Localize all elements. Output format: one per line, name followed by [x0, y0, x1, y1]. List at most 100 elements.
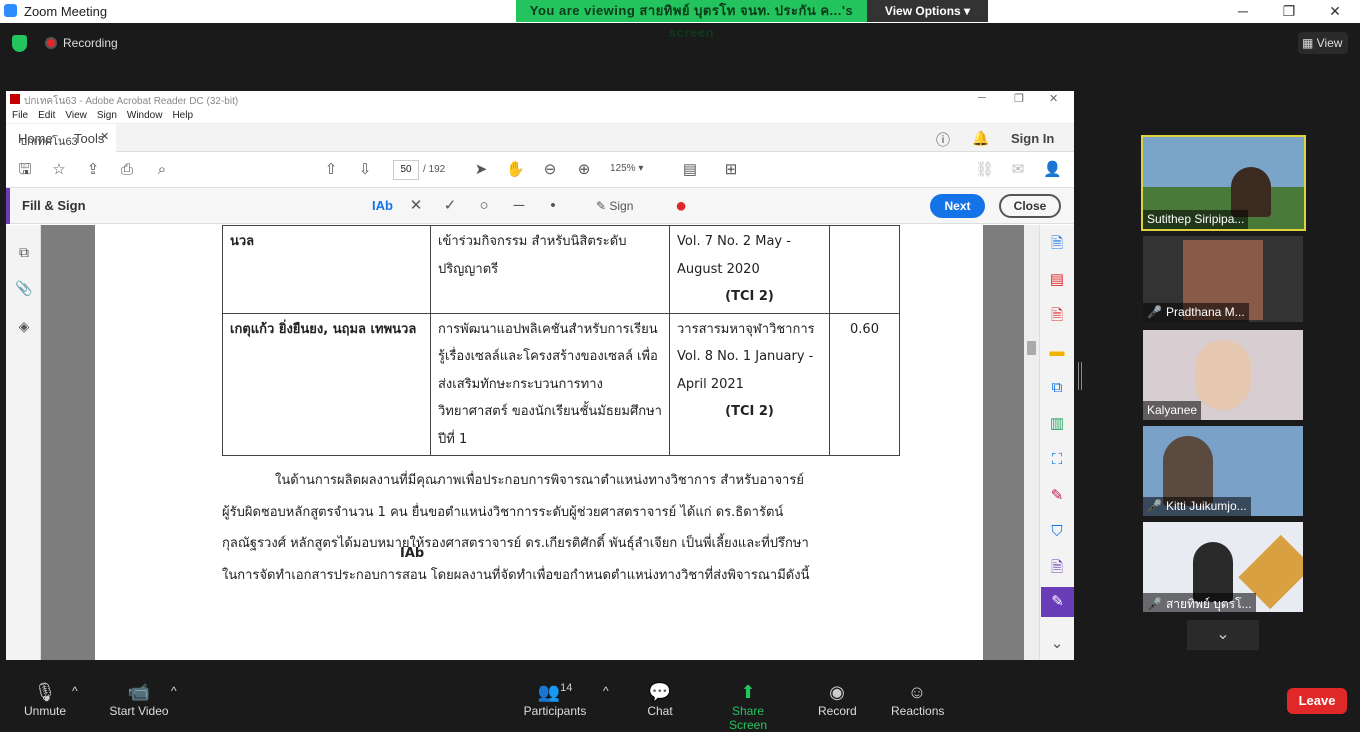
acrobat-toolbar: 🖫 ☆ ⇪ ⎙ ⌕ ⇧ ⇩ 50 / 192 ➤ ✋ ⊖ ⊕ 125% ▾ ▤ … — [6, 152, 1074, 188]
participant-tile[interactable]: 🎤 สายทิพย์ บุตรโ... — [1143, 522, 1303, 612]
participants-button[interactable]: 👥14 Participants — [522, 682, 588, 718]
table-row: นวล เข้าร่วมกิจกรรม สำหรับนิสิตระดับ ปริ… — [222, 225, 900, 314]
muted-mic-icon: 🎤 — [1147, 597, 1162, 611]
participants-options-icon[interactable]: ^ — [603, 684, 609, 698]
email-icon[interactable]: ✉ — [1009, 161, 1027, 179]
next-button[interactable]: Next — [930, 194, 985, 218]
participant-name-text: Pradthana M... — [1165, 305, 1245, 319]
attachment-icon[interactable]: 📎 — [15, 279, 33, 297]
upload-icon[interactable]: ⇪ — [84, 161, 102, 179]
comment-icon[interactable]: ▬ — [1048, 343, 1066, 361]
scan-icon[interactable]: ⛶ — [1048, 451, 1066, 469]
close-window-button[interactable]: ✕ — [1312, 0, 1358, 23]
table-cell — [829, 225, 900, 314]
acrobat-tab-bar: Home Tools ปกเทคโน63 ✕ ⓘ 🔔 Sign In — [6, 124, 1074, 152]
menu-edit[interactable]: Edit — [38, 110, 55, 121]
table-cell: Vol. 7 No. 2 May - August 2020 — [677, 234, 791, 277]
bell-icon[interactable]: 🔔 — [972, 130, 989, 147]
add-text-icon[interactable]: IAb — [372, 197, 393, 215]
maximize-button[interactable]: ❐ — [1266, 0, 1312, 23]
zoom-out-icon[interactable]: ⊖ — [541, 161, 559, 179]
leave-button[interactable]: Leave — [1287, 688, 1347, 714]
view-options-button[interactable]: View Options ▾ — [867, 0, 988, 22]
paragraph-line: ผู้รับผิดชอบหลักสูตรจำนวน 1 คน ยื่นขอตำแ… — [222, 504, 784, 520]
layers-icon[interactable]: ◈ — [15, 317, 33, 335]
edit-pdf-icon[interactable]: ▤ — [1048, 271, 1066, 289]
sign-button[interactable]: ✎ Sign — [596, 197, 633, 215]
participant-tile[interactable]: 🎤 Pradthana M... — [1143, 236, 1303, 322]
prev-page-icon[interactable]: ⇧ — [322, 161, 340, 179]
next-page-icon[interactable]: ⇩ — [356, 161, 374, 179]
menu-window[interactable]: Window — [127, 110, 163, 121]
acrobat-restore-icon[interactable]: ❐ — [1014, 92, 1024, 105]
view-options-label: View Options — [884, 4, 961, 18]
unmute-button[interactable]: 🎙 Unmute — [22, 682, 68, 718]
view-layout-button[interactable]: ▦ View — [1298, 32, 1348, 54]
select-cursor-icon[interactable]: ➤ — [472, 161, 490, 179]
create-pdf-icon[interactable]: 🗎 — [1048, 235, 1066, 253]
scroll-thumb[interactable] — [1027, 341, 1036, 355]
protect-icon[interactable]: ⛉ — [1048, 523, 1066, 541]
fill-sign-active-icon[interactable]: ✎ — [1041, 587, 1074, 617]
line-icon[interactable]: ─ — [510, 197, 528, 215]
shared-acrobat-window[interactable]: ปกเทคโน63 - Adobe Acrobat Reader DC (32-… — [6, 91, 1074, 660]
sign-in-link[interactable]: Sign In — [1011, 131, 1054, 146]
acrobat-close-icon[interactable]: ✕ — [1049, 92, 1058, 105]
page-number-input[interactable]: 50 — [393, 160, 419, 180]
share-user-icon[interactable]: 👤 — [1043, 161, 1062, 179]
dot-icon[interactable]: • — [544, 197, 562, 215]
minimize-button[interactable]: ─ — [1220, 0, 1266, 23]
security-shield-icon[interactable] — [12, 35, 27, 52]
link-icon[interactable]: ⛓ — [975, 161, 994, 179]
search-icon[interactable]: ⌕ — [153, 161, 171, 179]
zoom-in-icon[interactable]: ⊕ — [575, 161, 593, 179]
save-icon[interactable]: 🖫 — [16, 161, 34, 179]
audio-options-icon[interactable]: ^ — [72, 684, 78, 698]
circle-icon[interactable]: ○ — [475, 197, 493, 215]
unmute-label: Unmute — [23, 704, 67, 718]
close-fill-sign-button[interactable]: Close — [999, 194, 1061, 218]
menu-view[interactable]: View — [65, 110, 87, 121]
chat-button[interactable]: 💬 Chat — [646, 682, 674, 718]
combine-icon[interactable]: ⧉ — [1048, 379, 1066, 397]
print-icon[interactable]: ⎙ — [118, 161, 136, 179]
menu-file[interactable]: File — [12, 110, 28, 121]
document-viewport[interactable]: ⧉ 📎 ◈ นวล เข้าร่วมกิจกรรม สำหรับนิสิตระด… — [6, 225, 1074, 660]
participant-tile[interactable]: Sutithep Siripipa... — [1141, 135, 1306, 231]
chevron-down-icon[interactable]: ⌄ — [1048, 635, 1066, 653]
participant-avatar — [1195, 340, 1251, 410]
video-options-icon[interactable]: ^ — [171, 684, 177, 698]
vertical-scrollbar[interactable] — [1024, 225, 1039, 660]
pages-icon[interactable]: ⧉ — [15, 243, 33, 261]
zoom-level[interactable]: 125% ▾ — [610, 163, 643, 174]
tab-close-icon[interactable]: ✕ — [100, 130, 109, 143]
fill-sign-tool-icon[interactable]: ✎ — [1048, 487, 1066, 505]
participant-tile[interactable]: Kalyanee — [1143, 330, 1303, 420]
ruler-icon[interactable]: ⊞ — [722, 161, 740, 179]
resize-handle[interactable] — [1078, 362, 1082, 390]
star-icon[interactable]: ☆ — [50, 161, 68, 179]
record-button[interactable]: ◉ Record — [818, 682, 857, 718]
participant-name: Kalyanee — [1143, 401, 1202, 420]
acrobat-minimize-icon[interactable]: ─ — [978, 92, 986, 104]
start-video-button[interactable]: 📹 Start Video — [108, 682, 170, 718]
participants-count: 14 — [560, 682, 573, 694]
help-icon[interactable]: ⓘ — [936, 130, 950, 150]
export-pdf-icon[interactable]: 🗎 — [1048, 307, 1066, 325]
menu-sign[interactable]: Sign — [97, 110, 117, 121]
cross-mark-icon[interactable]: ✕ — [407, 197, 425, 215]
more-tools-icon[interactable]: 🗎 — [1048, 559, 1066, 577]
participant-name: 🎤 Kitti Juikumjo... — [1143, 497, 1251, 516]
reactions-button[interactable]: ☺ Reactions — [891, 682, 944, 718]
tab-home[interactable]: Home — [18, 131, 53, 146]
check-mark-icon[interactable]: ✓ — [441, 197, 459, 215]
share-screen-button[interactable]: ⬆ Share Screen — [713, 682, 783, 732]
organize-icon[interactable]: ▥ — [1048, 415, 1066, 433]
page-view-icon[interactable]: ▤ — [681, 161, 699, 179]
scroll-participants-down-icon[interactable]: ⌄ — [1187, 620, 1259, 650]
color-picker-icon[interactable]: ● — [672, 196, 690, 216]
menu-help[interactable]: Help — [172, 110, 193, 121]
hand-tool-icon[interactable]: ✋ — [506, 161, 525, 179]
acrobat-title-bar: ปกเทคโน63 - Adobe Acrobat Reader DC (32-… — [6, 91, 1074, 107]
participant-tile[interactable]: 🎤 Kitti Juikumjo... — [1143, 426, 1303, 516]
